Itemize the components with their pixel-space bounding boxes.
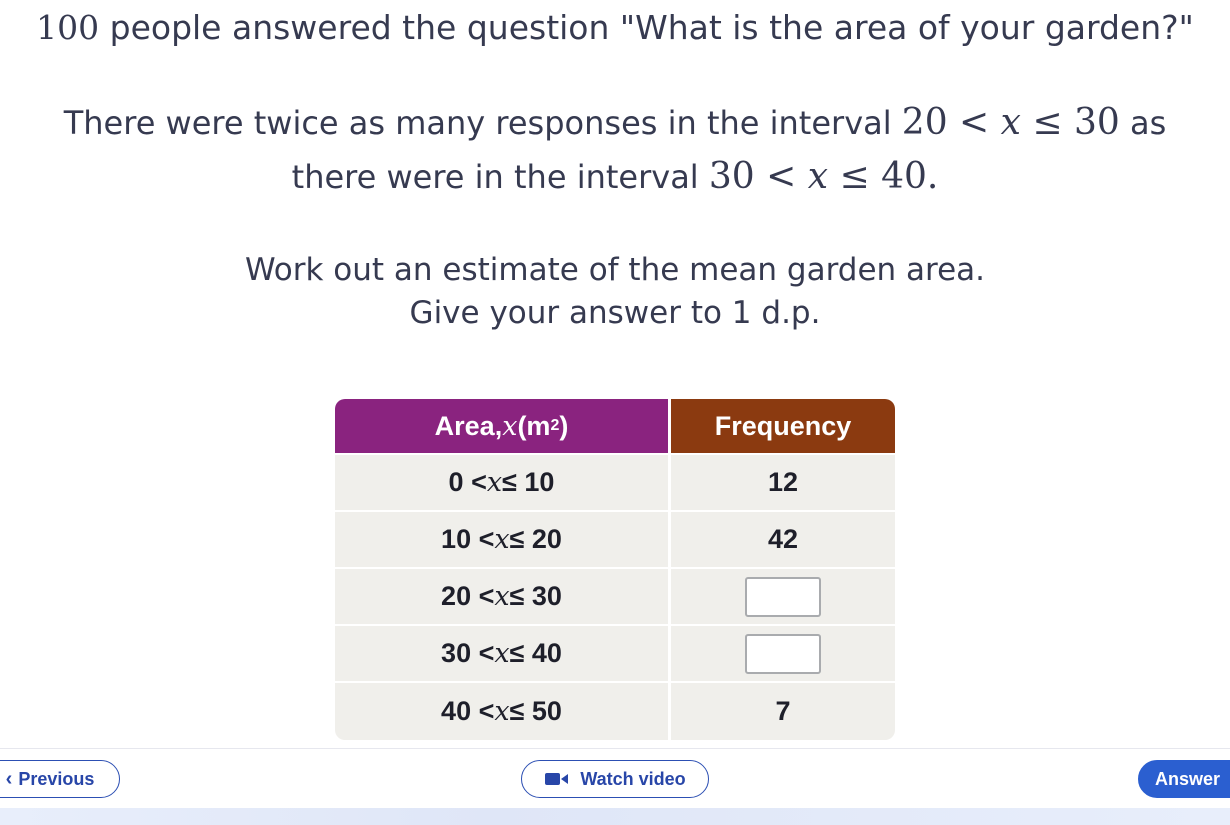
area-interval: 40 < x ≤ 50 xyxy=(335,683,671,740)
rounding-instruction: Give your answer to 1 d.p. xyxy=(409,295,821,331)
frequency-cell-blank xyxy=(671,569,895,626)
frequency-value: 12 xyxy=(671,455,895,512)
question-text-1: people answered the question "What is th… xyxy=(99,8,1194,47)
area-interval: 20 < x ≤ 30 xyxy=(335,569,671,626)
answer-button[interactable]: Answer xyxy=(1138,760,1230,798)
area-interval: 30 < x ≤ 40 xyxy=(335,626,671,683)
frequency-cell-blank xyxy=(671,626,895,683)
interval-a-math: 20 < x ≤ 30 xyxy=(901,102,1120,143)
video-camera-icon xyxy=(544,771,570,787)
area-interval: 0 < x ≤ 10 xyxy=(335,455,671,512)
table-row: 30 < x ≤ 40 xyxy=(335,626,895,683)
question-line-2: There were twice as many responses in th… xyxy=(0,101,1230,145)
question-line-3: there were in the interval 30 < x ≤ 40. xyxy=(0,155,1230,199)
header-frequency: Frequency xyxy=(671,399,895,455)
divider xyxy=(0,748,1230,749)
question-line-1: 100 people answered the question "What i… xyxy=(0,6,1230,50)
table-row: 0 < x ≤ 10 12 xyxy=(335,455,895,512)
frequency-answer-box-20-30[interactable] xyxy=(745,576,821,617)
previous-button[interactable]: ‹ Previous xyxy=(0,760,120,798)
instruction-text: Work out an estimate of the mean garden … xyxy=(244,252,986,288)
table-row: 40 < x ≤ 50 7 xyxy=(335,683,895,740)
question-count: 100 xyxy=(36,8,100,47)
question-text-2: There were twice as many responses in th… xyxy=(63,104,902,142)
table-row: 10 < x ≤ 20 42 xyxy=(335,512,895,569)
chevron-left-icon: ‹ xyxy=(5,767,13,790)
watch-video-label: Watch video xyxy=(580,768,686,789)
answer-label: Answer xyxy=(1155,768,1221,789)
table-row: 20 < x ≤ 30 xyxy=(335,569,895,626)
area-interval: 10 < x ≤ 20 xyxy=(335,512,671,569)
frequency-value: 42 xyxy=(671,512,895,569)
frequency-answer-box-30-40[interactable] xyxy=(745,633,821,674)
frequency-value: 7 xyxy=(671,683,895,740)
interval-b-math: 30 < x ≤ 40. xyxy=(708,156,939,197)
previous-label: Previous xyxy=(18,768,95,789)
frequency-table: Area, x (m 2) Frequency 0 < x ≤ 10 12 10 … xyxy=(335,399,895,740)
question-text-2-tail: as xyxy=(1119,104,1167,142)
watch-video-button[interactable]: Watch video xyxy=(521,760,709,798)
footer-strip xyxy=(0,808,1230,825)
question-text-3: there were in the interval xyxy=(291,158,709,196)
header-area: Area, x (m 2) xyxy=(335,399,671,455)
table-header-row: Area, x (m 2) Frequency xyxy=(335,399,895,455)
